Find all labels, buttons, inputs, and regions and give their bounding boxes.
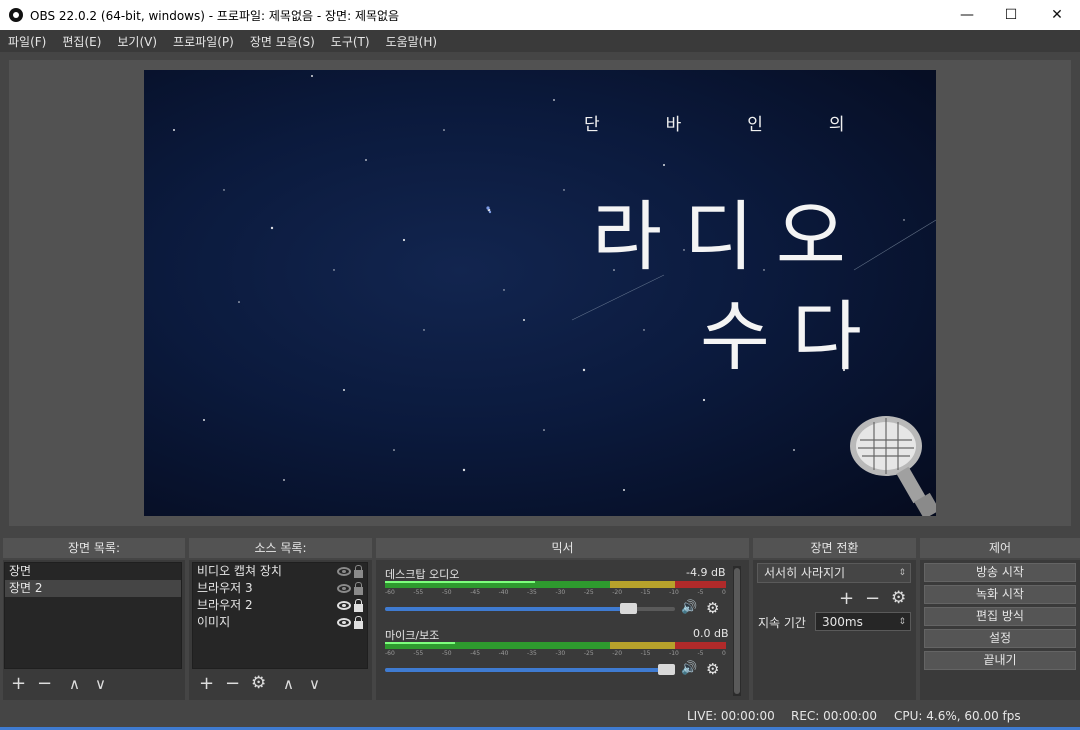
mixer-scrollbar[interactable]: [733, 566, 741, 696]
menu-edit[interactable]: 편집(E): [62, 33, 101, 50]
preview-canvas[interactable]: 단바인의 라디오 수다: [144, 70, 936, 516]
title-bar: OBS 22.0.2 (64-bit, windows) - 프로파일: 제목없…: [0, 0, 1080, 30]
volume-slider-fill: [385, 668, 667, 672]
add-scene-button[interactable]: +: [11, 675, 26, 693]
add-transition-button[interactable]: +: [839, 590, 854, 608]
menu-view[interactable]: 보기(V): [117, 33, 157, 50]
menu-tools[interactable]: 도구(T): [331, 33, 370, 50]
studio-mode-button[interactable]: 편집 방식: [924, 607, 1076, 626]
transition-select-value: 서서히 사라지기: [764, 566, 846, 580]
mixer-channel-level: -4.9 dB: [686, 566, 726, 579]
mixer-dock-header: 믹서: [376, 538, 749, 558]
channel-settings-gear-icon[interactable]: ⚙: [706, 599, 719, 617]
volume-slider-handle[interactable]: [619, 603, 637, 614]
source-name: 브라우저 2: [197, 598, 253, 612]
lock-icon[interactable]: [354, 598, 363, 612]
start-streaming-button[interactable]: 방송 시작: [924, 563, 1076, 582]
move-scene-up-button[interactable]: ∧: [69, 675, 80, 693]
move-source-up-button[interactable]: ∧: [283, 675, 294, 693]
minimize-button[interactable]: —: [944, 0, 990, 30]
scenes-dock-header: 장면 목록:: [3, 538, 185, 558]
rec-status: REC: 00:00:00: [791, 709, 878, 723]
volume-meter-right: [385, 647, 726, 649]
preview-text-line2: 라디오: [592, 192, 868, 281]
volume-meter-right: [385, 586, 726, 588]
menu-scene-collection[interactable]: 장면 모음(S): [250, 33, 315, 50]
mixer-scrollbar-thumb[interactable]: [734, 568, 740, 694]
channel-settings-gear-icon[interactable]: ⚙: [706, 660, 719, 678]
visibility-icon[interactable]: [337, 567, 351, 576]
meter-scale: -60 -55 -50 -45 -40 -35 -30 -25 -20 -15 -10 -5 0: [385, 650, 726, 657]
status-bar: LIVE: 00:00:00 REC: 00:00:00 CPU: 4.6%, …: [0, 704, 1080, 728]
lock-icon[interactable]: [354, 581, 363, 595]
scenes-panel: 장면 장면 2 + − ∧ ∨: [3, 560, 185, 700]
sources-panel: 비디오 캡쳐 장치 브라우저 3 브라우저 2 이미지 + − ⚙ ∧ ∨: [189, 560, 372, 700]
visibility-icon[interactable]: [337, 584, 351, 593]
maximize-button[interactable]: ☐: [988, 0, 1034, 30]
mute-speaker-icon[interactable]: 🔊: [681, 600, 697, 615]
source-item[interactable]: 이미지: [193, 614, 367, 631]
volume-slider[interactable]: [385, 664, 675, 675]
mixer-channel-name: 마이크/보조: [385, 629, 440, 642]
cpu-status: CPU: 4.6%, 60.00 fps: [894, 709, 1021, 723]
visibility-icon[interactable]: [337, 601, 351, 610]
start-recording-button[interactable]: 녹화 시작: [924, 585, 1076, 604]
controls-dock-header: 제어: [920, 538, 1080, 558]
transition-properties-button[interactable]: ⚙: [891, 589, 906, 607]
transition-select[interactable]: 서서히 사라지기 ⇕: [757, 563, 911, 583]
obs-logo-icon: [9, 8, 23, 22]
transitions-dock-header: 장면 전환: [753, 538, 916, 558]
scenes-list[interactable]: 장면 장면 2: [4, 562, 182, 669]
menu-file[interactable]: 파일(F): [8, 33, 46, 50]
lock-icon[interactable]: [354, 615, 363, 629]
duration-input[interactable]: 300ms ⇕: [815, 612, 911, 631]
source-name: 브라우저 3: [197, 581, 253, 595]
add-source-button[interactable]: +: [199, 675, 214, 693]
mixer-panel: 데스크탑 오디오 -4.9 dB -60 -55 -50 -45 -40 -35 -30 -2…: [376, 560, 749, 700]
remove-source-button[interactable]: −: [225, 675, 240, 693]
move-scene-down-button[interactable]: ∨: [95, 675, 106, 693]
scene-item[interactable]: 장면 2: [5, 580, 181, 597]
preview-text-line3: 수다: [700, 292, 884, 381]
source-item[interactable]: 브라우저 3: [193, 580, 367, 597]
remove-transition-button[interactable]: −: [865, 590, 880, 608]
sources-dock-header: 소스 목록:: [189, 538, 372, 558]
scene-item[interactable]: 장면: [5, 563, 181, 580]
menu-help[interactable]: 도움말(H): [386, 33, 438, 50]
source-name: 이미지: [197, 615, 231, 629]
lock-icon[interactable]: [354, 564, 363, 578]
window-title: OBS 22.0.2 (64-bit, windows) - 프로파일: 제목없…: [30, 8, 400, 23]
settings-button[interactable]: 설정: [924, 629, 1076, 648]
select-arrows-icon: ⇕: [898, 568, 906, 578]
close-button[interactable]: ✕: [1034, 0, 1080, 30]
preview-text-line1: 단바인의: [584, 115, 911, 135]
source-item[interactable]: 브라우저 2: [193, 597, 367, 614]
meter-scale: -60 -55 -50 -45 -40 -35 -30 -25 -20 -15 -10 -5 0: [385, 589, 726, 596]
duration-value: 300ms: [822, 615, 863, 629]
volume-meter-level: [385, 581, 535, 583]
move-source-down-button[interactable]: ∨: [309, 675, 320, 693]
source-item[interactable]: 비디오 캡쳐 장치: [193, 563, 367, 580]
spin-arrows-icon: ⇕: [898, 617, 906, 627]
volume-meter-level: [385, 642, 455, 644]
source-properties-button[interactable]: ⚙: [251, 674, 266, 692]
visibility-icon[interactable]: [337, 618, 351, 627]
mute-speaker-icon[interactable]: 🔊: [681, 661, 697, 676]
remove-scene-button[interactable]: −: [37, 675, 52, 693]
duration-label: 지속 기간: [758, 616, 806, 630]
source-name: 비디오 캡쳐 장치: [197, 564, 282, 578]
sources-list[interactable]: 비디오 캡쳐 장치 브라우저 3 브라우저 2 이미지: [192, 562, 368, 669]
microphone-image: [850, 416, 936, 516]
menu-profile[interactable]: 프로파일(P): [173, 33, 234, 50]
live-status: LIVE: 00:00:00: [687, 709, 775, 723]
exit-button[interactable]: 끝내기: [924, 651, 1076, 670]
menu-bar: 파일(F) 편집(E) 보기(V) 프로파일(P) 장면 모음(S) 도구(T)…: [0, 30, 1080, 52]
mixer-channel-name: 데스크탑 오디오: [385, 568, 460, 581]
volume-slider[interactable]: [385, 603, 675, 614]
transitions-panel: 서서히 사라지기 ⇕ + − ⚙ 지속 기간 300ms ⇕: [753, 560, 916, 700]
volume-slider-fill: [385, 607, 629, 611]
volume-slider-handle[interactable]: [658, 664, 675, 675]
mixer-channel-level: 0.0 dB: [693, 627, 729, 640]
